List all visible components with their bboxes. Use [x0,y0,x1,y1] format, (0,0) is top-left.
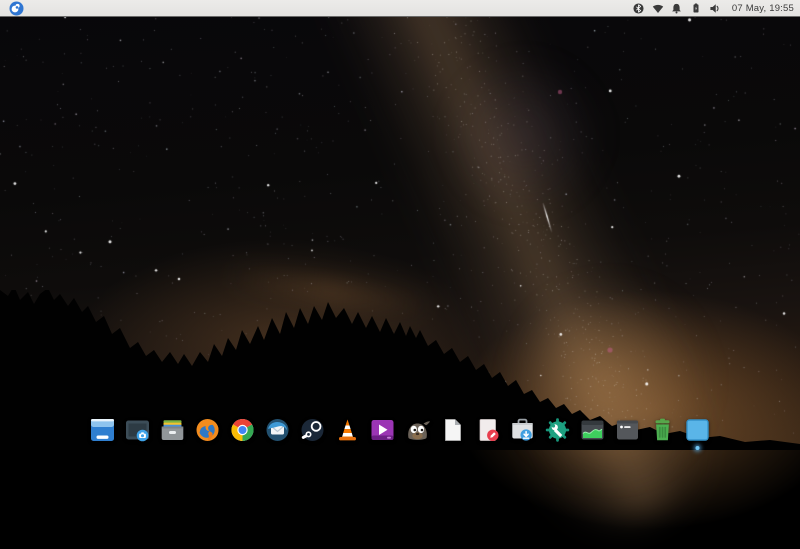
applications-menu-button[interactable] [9,1,24,16]
firefox-icon[interactable] [194,416,222,444]
trash-icon[interactable] [649,416,677,444]
thunderbird-icon[interactable] [264,416,292,444]
volume-icon[interactable] [709,2,721,14]
libreoffice-document-icon[interactable] [439,416,467,444]
terminal-icon[interactable] [614,416,642,444]
dock [89,416,712,444]
screenshot-tool-icon[interactable] [124,416,152,444]
chrome-icon[interactable] [229,416,257,444]
software-installer-icon[interactable] [509,416,537,444]
gimp-icon[interactable] [404,416,432,444]
media-player-icon[interactable] [369,416,397,444]
steam-icon[interactable] [299,416,327,444]
bluetooth-icon[interactable] [633,2,645,14]
running-app-indicator [696,446,700,450]
notifications-bell-icon[interactable] [671,2,683,14]
system-monitor-icon[interactable] [579,416,607,444]
blue-window-app-icon[interactable] [89,416,117,444]
text-editor-icon[interactable] [474,416,502,444]
vlc-icon[interactable] [334,416,362,444]
desktop: { "panel": { "menu": { "icon": "xubuntu-… [0,0,800,450]
panel-clock[interactable]: 07 May, 19:55 [732,3,794,14]
file-manager-icon[interactable] [159,416,187,444]
top-panel: 07 May, 19:55 [0,0,800,17]
xubuntu-menu-icon [9,1,24,16]
battery-icon[interactable] [690,2,702,14]
settings-tools-icon[interactable] [544,416,572,444]
system-tray: 07 May, 19:55 [633,2,800,14]
running-blue-window-icon[interactable] [684,416,712,444]
wifi-icon[interactable] [652,2,664,14]
